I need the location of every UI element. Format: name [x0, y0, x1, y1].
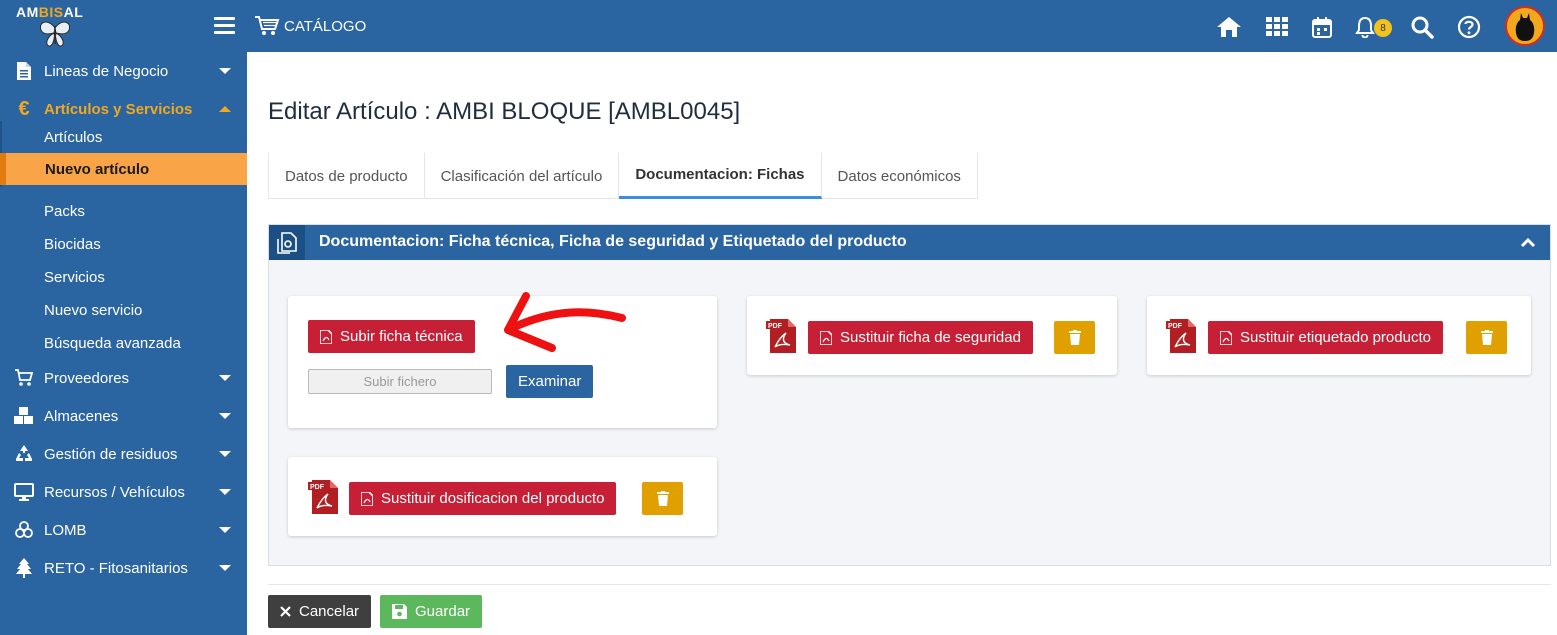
delete-product-label-button[interactable]: [1466, 321, 1507, 354]
sidebar-item-proveedores[interactable]: Proveedores: [0, 362, 247, 394]
biohazard-icon: [14, 520, 34, 540]
browse-button[interactable]: Examinar: [506, 365, 594, 398]
documentation-panel: Documentacion: Ficha técnica, Ficha de s…: [268, 224, 1551, 566]
sidebar-item-almacenes[interactable]: Almacenes: [0, 400, 247, 432]
notification-badge: 8: [1374, 19, 1392, 37]
trash-icon: [656, 491, 669, 506]
document-icon: [14, 61, 34, 81]
save-button[interactable]: Guardar: [380, 595, 483, 628]
menu-toggle-icon[interactable]: [214, 14, 236, 36]
delete-safety-sheet-button[interactable]: [1054, 321, 1095, 354]
sidebar-item-reto-fitosanitarios[interactable]: RETO - Fitosanitarios: [0, 552, 247, 584]
logo-text: AMBISAL: [16, 4, 84, 20]
help-icon[interactable]: [1456, 14, 1482, 40]
sidebar-sub-packs[interactable]: Packs: [0, 195, 247, 227]
annotation-arrow-icon: [504, 292, 626, 352]
replace-dosage-button[interactable]: Sustituir dosificacion del producto: [349, 482, 617, 515]
calendar-icon[interactable]: [1309, 14, 1335, 40]
pdf-file-icon[interactable]: PDF: [308, 480, 340, 514]
safety-sheet-card: PDF Sustituir ficha de seguridad: [747, 296, 1117, 375]
catalog-label: CATÁLOGO: [284, 17, 367, 35]
trash-icon: [1068, 330, 1081, 345]
catalog-link[interactable]: CATÁLOGO: [254, 14, 366, 38]
trash-icon: [1480, 330, 1493, 345]
chevron-down-icon: [219, 489, 231, 495]
cancel-button[interactable]: Cancelar: [268, 595, 372, 628]
footer-divider: [268, 584, 1551, 585]
chevron-down-icon: [219, 527, 231, 533]
chevron-up-icon: [219, 106, 231, 112]
apps-grid-icon[interactable]: [1264, 14, 1290, 40]
cart-icon: [255, 16, 280, 35]
panel-title: Documentacion: Ficha técnica, Ficha de s…: [319, 233, 907, 250]
search-icon[interactable]: [1409, 14, 1435, 40]
tab-clasificacion[interactable]: Clasificación del artículo: [425, 153, 620, 199]
sidebar-item-recursos-vehiculos[interactable]: Recursos / Vehículos: [0, 476, 247, 508]
sidebar-sub-busqueda-avanzada[interactable]: Búsqueda avanzada: [0, 327, 247, 359]
product-label-card: PDF Sustituir etiquetado producto: [1147, 296, 1531, 375]
documents-icon: [269, 225, 305, 260]
sidebar-sub-servicios[interactable]: Servicios: [0, 261, 247, 293]
floppy-disk-icon: [392, 604, 407, 619]
tab-documentacion-fichas[interactable]: Documentacion: Fichas: [619, 153, 822, 199]
chevron-down-icon: [219, 413, 231, 419]
dosage-card: PDF Sustituir dosificacion del producto: [288, 457, 717, 536]
sidebar: Lineas de Negocio € Artículos y Servicio…: [0, 52, 247, 635]
replace-safety-sheet-button[interactable]: Sustituir ficha de seguridad: [808, 321, 1033, 354]
replace-product-label-button[interactable]: Sustituir etiquetado producto: [1208, 321, 1443, 354]
brand-logo[interactable]: AMBISAL: [16, 4, 96, 50]
sidebar-sub-biocidas[interactable]: Biocidas: [0, 228, 247, 260]
chevron-down-icon: [219, 565, 231, 571]
pdf-file-icon[interactable]: PDF: [1166, 319, 1198, 353]
tree-icon: [14, 558, 34, 578]
page-title: Editar Artículo : AMBI BLOQUE [AMBL0045]: [268, 98, 741, 125]
tab-datos-economicos[interactable]: Datos económicos: [822, 153, 978, 199]
file-pdf-icon: [820, 330, 832, 345]
home-icon[interactable]: [1216, 14, 1242, 40]
sidebar-item-lomb[interactable]: LOMB: [0, 514, 247, 546]
tab-datos-producto[interactable]: Datos de producto: [268, 153, 425, 199]
tab-bar: Datos de producto Clasificación del artí…: [268, 153, 978, 199]
svg-text:PDF: PDF: [310, 484, 325, 491]
sidebar-sub-articulos[interactable]: Artículos: [0, 121, 247, 153]
panel-header[interactable]: Documentacion: Ficha técnica, Ficha de s…: [269, 225, 1550, 260]
recycle-icon: [14, 444, 34, 464]
upload-technical-sheet-button[interactable]: Subir ficha técnica: [308, 320, 475, 353]
chevron-down-icon: [219, 68, 231, 74]
svg-text:PDF: PDF: [768, 323, 783, 330]
chevron-down-icon: [219, 375, 231, 381]
sidebar-sub-nuevo-servicio[interactable]: Nuevo servicio: [0, 294, 247, 326]
file-pdf-icon: [320, 329, 332, 344]
file-pdf-icon: [361, 491, 373, 506]
close-icon: [280, 606, 291, 617]
user-avatar[interactable]: [1505, 6, 1545, 46]
euro-icon: €: [18, 97, 30, 120]
sidebar-sub-nuevo-articulo[interactable]: Nuevo artículo: [0, 153, 247, 185]
butterfly-icon: [39, 21, 71, 47]
sidebar-item-gestion-residuos[interactable]: Gestión de residuos: [0, 438, 247, 470]
svg-text:PDF: PDF: [1168, 323, 1183, 330]
collapse-chevron-icon[interactable]: [1520, 235, 1536, 253]
delete-dosage-button[interactable]: [642, 482, 683, 515]
sidebar-item-lineas-negocio[interactable]: Lineas de Negocio: [0, 55, 247, 87]
file-path-input[interactable]: Subir fichero: [308, 369, 492, 394]
top-bar: AMBISAL CATÁLOGO 8: [0, 0, 1557, 52]
cat-icon: [1515, 13, 1535, 41]
chevron-down-icon: [219, 451, 231, 457]
boxes-icon: [14, 406, 34, 426]
file-pdf-icon: [1220, 330, 1232, 345]
pdf-file-icon[interactable]: PDF: [766, 319, 798, 353]
cart-icon: [14, 368, 34, 388]
monitor-icon: [14, 482, 34, 502]
